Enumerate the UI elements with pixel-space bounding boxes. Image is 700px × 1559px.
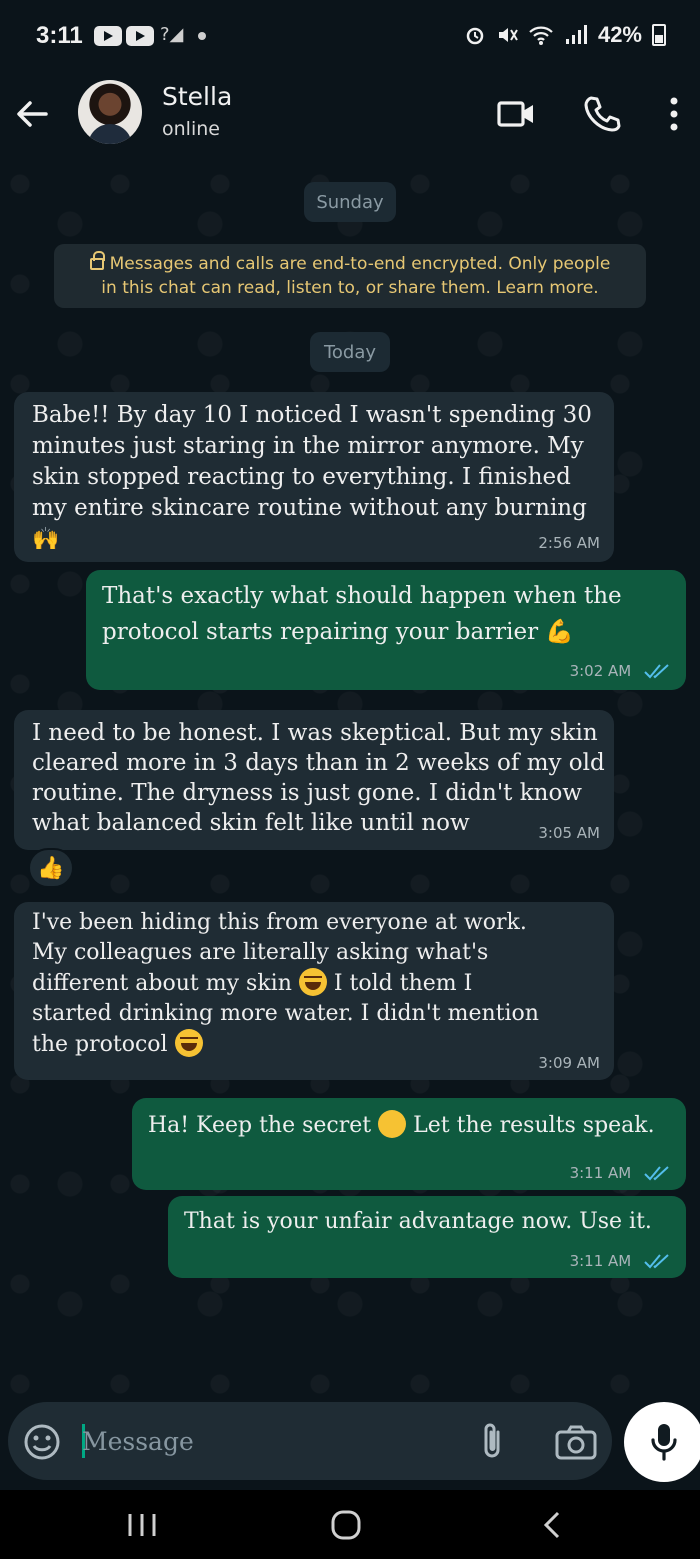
back-nav-icon[interactable] (532, 1510, 572, 1540)
recent-apps-icon[interactable] (122, 1510, 162, 1540)
more-options-icon[interactable] (664, 94, 684, 134)
read-receipt-icon (644, 1166, 669, 1181)
message-text: Ha! Keep the secret Let the results spea… (148, 1110, 655, 1141)
status-bar: 3:11 ?◢ 42% (0, 0, 700, 72)
avatar[interactable] (78, 80, 142, 144)
message-line: My colleagues are literally asking what'… (32, 940, 489, 965)
outgoing-message-bubble[interactable]: That's exactly what should happen when t… (86, 570, 686, 690)
message-line: the protocol (32, 1032, 168, 1057)
incoming-message-bubble[interactable]: I need to be honest. I was skeptical. Bu… (14, 710, 614, 850)
message-time-group: 3:11 AM (570, 1252, 670, 1270)
back-arrow-icon[interactable] (12, 94, 52, 134)
message-line: I've been hiding this from everyone at w… (32, 910, 527, 935)
message-time: 3:09 AM (538, 1054, 600, 1072)
message-line: different about my skin (32, 971, 292, 996)
battery-percent: 42% (597, 22, 642, 47)
emoji-sticker-icon[interactable] (22, 1422, 62, 1462)
microphone-icon (651, 1424, 677, 1461)
mute-icon (498, 28, 518, 42)
outgoing-message-bubble[interactable]: That is your unfair advantage now. Use i… (168, 1196, 686, 1278)
encryption-notice-line2: in this chat can read, listen to, or sha… (101, 278, 599, 298)
youtube-notification-icon (126, 26, 154, 46)
encryption-notice-line1: Messages and calls are end-to-end encryp… (109, 254, 611, 274)
message-text-part: Let the results speak. (413, 1113, 655, 1138)
status-right-group: 42% (464, 22, 666, 48)
message-time: 3:11 AM (569, 1252, 632, 1270)
battery-icon (652, 24, 666, 46)
alarm-icon (466, 27, 484, 45)
read-receipt-icon (644, 1254, 669, 1269)
message-line: protocol starts repairing your barrier (102, 619, 539, 645)
status-time: 3:11 (36, 22, 83, 49)
date-chip: Sunday (304, 182, 396, 222)
message-line: That's exactly what should happen when t… (102, 583, 622, 609)
message-text: Babe!! By day 10 I noticed I wasn't spen… (32, 400, 592, 555)
message-composer (8, 1402, 612, 1480)
message-line: minutes just staring in the mirror anymo… (32, 433, 584, 459)
message-line: what balanced skin felt like until now (32, 810, 470, 836)
flexed-biceps-emoji: 💪 (545, 619, 575, 645)
no-sim-signal-icon: ?◢ (160, 24, 184, 45)
message-time-group: 3:02 AM (570, 662, 670, 680)
message-time: 3:05 AM (538, 824, 600, 842)
message-time: 2:56 AM (538, 534, 600, 552)
message-line: I need to be honest. I was skeptical. Bu… (32, 720, 598, 746)
laughing-emoji (298, 968, 327, 996)
message-text: That's exactly what should happen when t… (102, 578, 622, 650)
chat-header: Stella online (0, 72, 700, 164)
sweat-smile-emoji (378, 1110, 407, 1138)
camera-icon[interactable] (554, 1422, 598, 1462)
message-line: started drinking more water. I didn't me… (32, 1001, 539, 1026)
message-line: Babe!! By day 10 I noticed I wasn't spen… (32, 402, 592, 428)
message-text: That is your unfair advantage now. Use i… (184, 1209, 652, 1234)
attachment-paperclip-icon[interactable] (474, 1420, 510, 1462)
message-text: I need to be honest. I was skeptical. Bu… (32, 718, 605, 838)
message-time: 3:11 AM (569, 1164, 632, 1182)
message-time-group: 3:11 AM (570, 1164, 670, 1182)
voice-message-button[interactable] (624, 1402, 700, 1482)
message-text-part: Ha! Keep the secret (148, 1113, 372, 1138)
video-call-icon[interactable] (496, 98, 536, 130)
home-icon[interactable] (326, 1510, 366, 1540)
system-navigation-bar (0, 1490, 700, 1559)
thumbs-up-reaction[interactable]: 👍 (28, 848, 74, 888)
incoming-message-bubble[interactable]: Babe!! By day 10 I noticed I wasn't spen… (14, 392, 614, 562)
chat-area[interactable]: Sunday Messages and calls are end-to-end… (0, 164, 700, 1400)
contact-name[interactable]: Stella (162, 82, 232, 111)
message-line: my entire skincare routine without any b… (32, 495, 587, 521)
raised-hands-emoji: 🙌 (32, 527, 60, 552)
laughing-emoji (174, 1029, 203, 1057)
wifi-icon (529, 26, 553, 45)
read-receipt-icon (644, 664, 669, 679)
message-line: I told them I (333, 971, 473, 996)
message-text: I've been hiding this from everyone at w… (32, 908, 539, 1060)
phone-call-icon[interactable] (582, 94, 622, 134)
contact-status: online (162, 118, 220, 140)
lock-icon (89, 251, 105, 270)
message-line: cleared more in 3 days than in 2 weeks o… (32, 750, 605, 776)
message-line: routine. The dryness is just gone. I did… (32, 780, 582, 806)
cell-signal-icon (565, 25, 587, 44)
message-input[interactable] (82, 1420, 462, 1462)
outgoing-message-bubble[interactable]: Ha! Keep the secret Let the results spea… (132, 1098, 686, 1190)
incoming-message-bubble[interactable]: I've been hiding this from everyone at w… (14, 902, 614, 1080)
date-chip: Today (310, 332, 390, 372)
message-line: skin stopped reacting to everything. I f… (32, 464, 571, 490)
encryption-notice[interactable]: Messages and calls are end-to-end encryp… (54, 244, 646, 308)
youtube-notification-icon (94, 26, 122, 46)
message-time: 3:02 AM (569, 662, 632, 680)
notification-dot-icon (198, 32, 206, 40)
